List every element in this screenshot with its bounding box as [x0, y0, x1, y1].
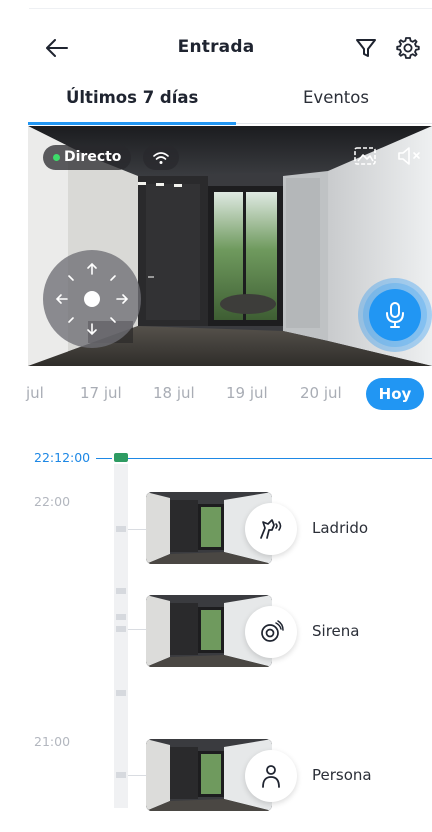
talk-button[interactable] [369, 289, 421, 341]
timeline-tick [116, 772, 126, 778]
date-item[interactable]: 19 jul [226, 384, 268, 402]
event-item-sirena[interactable]: Sirena [146, 595, 432, 667]
wifi-icon [153, 151, 169, 164]
hour-label: 22:00 [34, 494, 71, 509]
tab-active-indicator [28, 122, 236, 125]
current-time-line [128, 458, 432, 459]
person-icon [262, 765, 280, 788]
filter-icon [356, 39, 376, 57]
app-root: Entrada Últimos 7 días Eventos Directo j… [0, 0, 432, 832]
siren-icon [261, 620, 284, 642]
settings-button[interactable] [396, 36, 422, 62]
ptz-joystick[interactable] [43, 250, 141, 348]
dog-bark-icon [260, 519, 282, 539]
event-item-persona[interactable]: Persona [146, 739, 432, 811]
camera-live-view[interactable]: Directo [28, 126, 432, 366]
date-item[interactable]: 17 jul [80, 384, 122, 402]
current-time-line [96, 458, 112, 459]
date-item[interactable]: 20 jul [300, 384, 342, 402]
event-type-badge [245, 606, 297, 658]
filter-button[interactable] [354, 36, 378, 60]
timeline-tick [116, 614, 126, 620]
microphone-icon [386, 302, 404, 328]
timeline-tick [116, 626, 126, 632]
event-type-badge [245, 750, 297, 802]
event-connector [128, 629, 146, 630]
image-capture-icon [354, 147, 376, 165]
event-connector [128, 529, 146, 530]
event-label: Ladrido [312, 519, 369, 537]
tab-bar: Últimos 7 días Eventos [0, 82, 432, 126]
timeline-tick [116, 588, 126, 594]
live-dot-icon [53, 154, 60, 161]
event-type-badge [245, 503, 297, 555]
wifi-status-badge [143, 145, 179, 170]
timeline-tick [116, 690, 126, 696]
date-item[interactable]: jul [26, 384, 44, 402]
timeline-tick [116, 526, 126, 532]
event-connector [128, 775, 146, 776]
current-time-label: 22:12:00 [34, 450, 91, 465]
timeline-track[interactable] [114, 464, 128, 808]
date-strip: jul 17 jul 18 jul 19 jul 20 jul Hoy [0, 376, 432, 412]
gear-icon [396, 37, 420, 59]
snapshot-button[interactable] [353, 145, 379, 169]
event-timeline: 22:12:00 22:00 21:00 Ladrido Sirena Pers… [0, 440, 432, 832]
hour-label: 21:00 [34, 734, 71, 749]
tab-last-7-days[interactable]: Últimos 7 días [66, 88, 198, 107]
ptz-directions-icon [55, 262, 129, 336]
event-label: Sirena [312, 622, 360, 640]
mute-button[interactable] [396, 145, 424, 169]
current-time-marker[interactable] [114, 453, 128, 462]
event-item-ladrido[interactable]: Ladrido [146, 492, 432, 564]
live-label: Directo [64, 149, 122, 165]
date-item[interactable]: 18 jul [153, 384, 195, 402]
live-status-badge: Directo [43, 145, 132, 170]
date-today-button[interactable]: Hoy [366, 378, 424, 410]
speaker-muted-icon [398, 147, 420, 165]
tab-events[interactable]: Eventos [303, 88, 369, 107]
event-label: Persona [312, 766, 372, 784]
